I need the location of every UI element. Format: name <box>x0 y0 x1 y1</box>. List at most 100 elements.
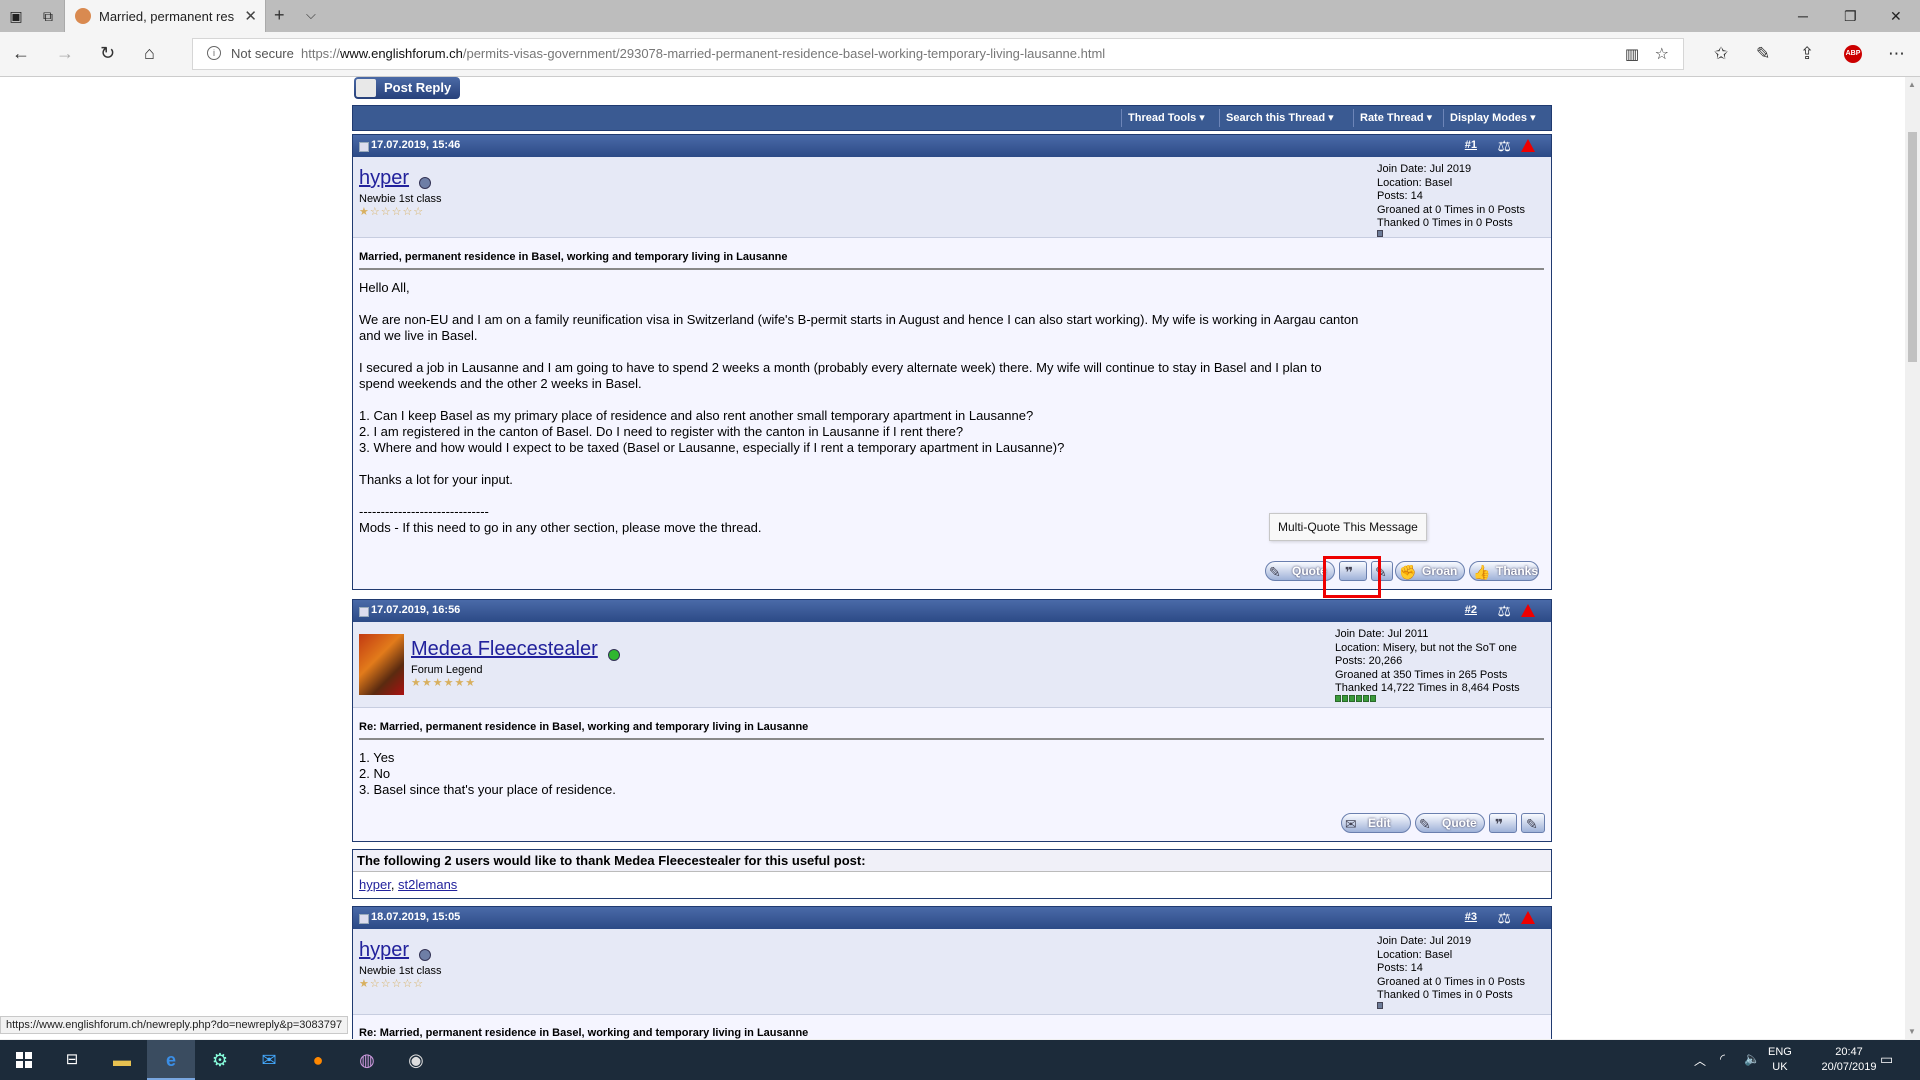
network-icon[interactable]: ◜ <box>1720 1051 1725 1067</box>
thanks-box: The following 2 users would like to than… <box>352 849 1552 899</box>
user-rank: Newbie 1st class <box>359 193 442 205</box>
post-reply-icon <box>356 79 376 97</box>
start-button[interactable] <box>0 1040 48 1080</box>
post-reply-button[interactable]: Post Reply <box>354 77 460 99</box>
user-info: Medea Fleecestealer Forum Legend ★★★★★★ … <box>353 622 1551 708</box>
post-date: 18.07.2019, 15:05 <box>371 911 461 923</box>
online-status-icon <box>608 649 620 661</box>
reputation-scale-icon[interactable]: ⚖ <box>1498 602 1511 620</box>
close-window-icon[interactable]: ✕ <box>1890 8 1902 25</box>
post-date: 17.07.2019, 15:46 <box>371 139 461 151</box>
app-icon[interactable]: ◍ <box>343 1040 391 1080</box>
post-3: 18.07.2019, 15:05 #3 ⚖ hyper Newbie 1st … <box>352 906 1552 1039</box>
thanks-button[interactable]: 👍 Thanks <box>1469 561 1539 581</box>
report-warning-icon[interactable] <box>1521 604 1535 617</box>
username-link[interactable]: hyper <box>359 939 409 962</box>
username-link[interactable]: Medea Fleecestealer <box>411 638 598 661</box>
minimize-icon[interactable]: ─ <box>1798 8 1808 24</box>
thread-tools-menu[interactable]: Thread Tools ▾ <box>1121 109 1211 127</box>
new-tab-icon[interactable]: + <box>274 5 285 26</box>
tab-manager-icon[interactable]: ▣ <box>8 8 24 24</box>
user-stats: Join Date: Jul 2019 Location: Basel Post… <box>1377 935 1525 1001</box>
url-text[interactable]: https://www.englishforum.ch/permits-visa… <box>301 46 1105 61</box>
adblock-icon[interactable]: ABP <box>1844 45 1862 63</box>
favorites-hub-icon[interactable]: ✩ <box>1714 44 1728 64</box>
post-title: Married, permanent residence in Basel, w… <box>359 251 1544 270</box>
post-number-link[interactable]: #1 <box>1465 139 1477 151</box>
report-warning-icon[interactable] <box>1521 139 1535 152</box>
post-icon <box>359 142 369 152</box>
search-thread-menu[interactable]: Search this Thread ▾ <box>1219 109 1340 127</box>
thanks-users: hyper, st2lemans <box>359 877 458 892</box>
browser-tab[interactable]: Married, permanent res ✕ <box>64 0 266 32</box>
quote-button[interactable]: ✎ Quote <box>1415 813 1485 833</box>
edit-button[interactable]: ✉ Edit <box>1341 813 1411 833</box>
post-title: Re: Married, permanent residence in Base… <box>359 721 1544 740</box>
thanks-user-link[interactable]: st2lemans <box>398 877 457 892</box>
rank-stars-icon: ★☆☆☆☆☆ <box>359 978 425 990</box>
share-icon[interactable]: ⇪ <box>1800 44 1814 64</box>
reputation-scale-icon[interactable]: ⚖ <box>1498 137 1511 155</box>
back-icon[interactable]: ← <box>12 44 30 62</box>
more-menu-icon[interactable]: ⋯ <box>1888 44 1905 64</box>
home-icon[interactable]: ⌂ <box>144 44 155 62</box>
favicon-icon <box>75 8 91 24</box>
post-1: 17.07.2019, 15:46 #1 ⚖ hyper Newbie 1st … <box>352 134 1552 598</box>
groan-icon: ✊ <box>1399 564 1417 580</box>
edge-browser-icon[interactable]: e <box>147 1040 195 1080</box>
notifications-icon[interactable]: ▭ <box>1880 1051 1893 1068</box>
groan-button[interactable]: ✊ Groan <box>1395 561 1465 581</box>
post-number-link[interactable]: #3 <box>1465 911 1477 923</box>
thanks-user-link[interactable]: hyper <box>359 877 391 892</box>
page-scrollbar[interactable]: ▲ ▼ <box>1905 77 1920 1039</box>
edit-icon: ✉ <box>1345 816 1357 832</box>
site-info-icon[interactable]: i <box>207 46 221 60</box>
post-header: 18.07.2019, 15:05 #3 ⚖ <box>353 907 1551 929</box>
rate-thread-menu[interactable]: Rate Thread ▾ <box>1353 109 1438 127</box>
post-body: Re: Married, permanent residence in Base… <box>359 721 1544 798</box>
scrollbar-thumb[interactable] <box>1908 132 1917 362</box>
user-stats: Join Date: Jul 2011 Location: Misery, bu… <box>1335 628 1520 694</box>
post-icon <box>359 607 369 617</box>
annotation-highlight-box <box>1323 556 1381 598</box>
report-warning-icon[interactable] <box>1521 911 1535 924</box>
language-indicator[interactable]: ENG UK <box>1768 1045 1792 1075</box>
not-secure-label: Not secure <box>231 46 294 61</box>
username-link[interactable]: hyper <box>359 167 409 190</box>
reputation-bar <box>1377 226 1384 240</box>
clock[interactable]: 20:47 20/07/2019 <box>1810 1045 1888 1075</box>
close-tab-icon[interactable]: ✕ <box>244 7 257 25</box>
refresh-icon[interactable]: ↻ <box>100 44 115 62</box>
post-buttons: ✉ Edit ✎ Quote ❞ ✎ <box>1341 813 1547 833</box>
post-icon <box>359 914 369 924</box>
set-aside-tabs-icon[interactable]: ⧉ <box>40 8 56 24</box>
scroll-down-icon[interactable]: ▼ <box>1908 1027 1916 1036</box>
firefox-icon[interactable]: ● <box>294 1040 342 1080</box>
reading-view-icon[interactable]: ▥ <box>1625 45 1639 63</box>
forward-icon[interactable]: → <box>56 44 74 62</box>
task-view-icon[interactable]: ⊟ <box>48 1040 96 1080</box>
multi-quote-button[interactable]: ❞ <box>1489 813 1517 833</box>
web-note-icon[interactable]: ✎ <box>1756 44 1770 64</box>
quick-reply-button[interactable]: ✎ <box>1521 813 1545 833</box>
file-explorer-icon[interactable]: ▬ <box>98 1040 146 1080</box>
app-icon[interactable]: ⚙ <box>196 1040 244 1080</box>
avatar[interactable] <box>359 634 404 695</box>
restore-icon[interactable]: ❐ <box>1844 8 1857 25</box>
post-body: Re: Married, permanent residence in Base… <box>359 1027 1544 1039</box>
post-body: Married, permanent residence in Basel, w… <box>359 251 1544 552</box>
tab-list-chevron-icon[interactable]: ⌵ <box>306 7 316 23</box>
steam-icon[interactable]: ◉ <box>392 1040 440 1080</box>
post-header: 17.07.2019, 15:46 #1 ⚖ <box>353 135 1551 157</box>
thunderbird-icon[interactable]: ✉ <box>245 1040 293 1080</box>
post-number-link[interactable]: #2 <box>1465 604 1477 616</box>
reputation-scale-icon[interactable]: ⚖ <box>1498 909 1511 927</box>
volume-icon[interactable]: 🔈 <box>1744 1051 1760 1067</box>
scroll-up-icon[interactable]: ▲ <box>1908 80 1916 89</box>
display-modes-menu[interactable]: Display Modes ▾ <box>1443 109 1542 127</box>
multi-quote-icon: ❞ <box>1495 816 1504 832</box>
favorite-star-icon[interactable]: ☆ <box>1655 44 1669 64</box>
url-field[interactable]: i Not secure https://www.englishforum.ch… <box>192 38 1684 70</box>
multi-quote-tooltip: Multi-Quote This Message <box>1269 513 1427 541</box>
show-hidden-icons-chevron-icon[interactable]: ︿ <box>1694 1052 1706 1069</box>
